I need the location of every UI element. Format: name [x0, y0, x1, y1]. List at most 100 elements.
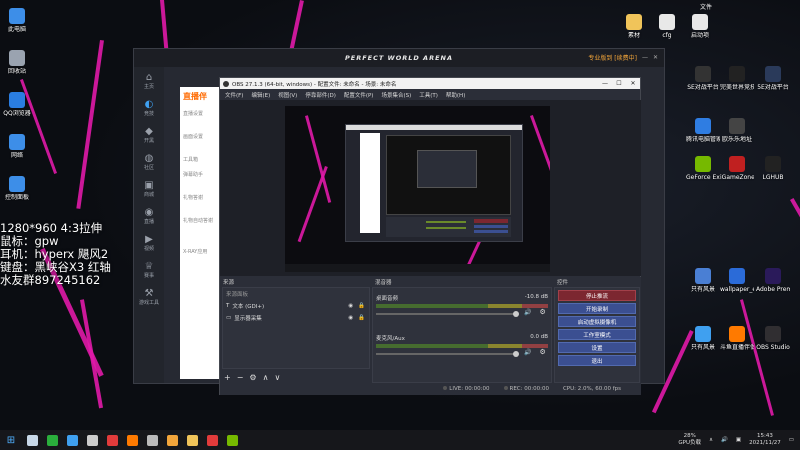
close-icon[interactable]: ✕: [653, 54, 658, 61]
live-menu-item[interactable]: 礼物自动答谢: [180, 213, 220, 228]
minimize-icon[interactable]: —: [642, 54, 648, 61]
live-menu-item[interactable]: 直播设置: [180, 106, 220, 121]
desktop-icon[interactable]: 斗鱼直播伴侣: [720, 326, 754, 351]
start-recording-button[interactable]: 开始录制: [558, 303, 636, 314]
desktop-icon[interactable]: 网络: [0, 134, 34, 159]
obs-menu-item[interactable]: 文件(F): [225, 91, 243, 99]
taskbar-app[interactable]: [102, 431, 122, 449]
live-menu-item[interactable]: X-RAY应用: [180, 244, 220, 259]
desktop-icon[interactable]: 腾讯电脑管家: [686, 118, 720, 143]
obs-menu-item[interactable]: 工具(T): [419, 91, 438, 99]
maximize-icon[interactable]: ☐: [612, 80, 626, 87]
volume-slider[interactable]: [376, 310, 519, 317]
pwa-sidebar-item[interactable]: ◐ 竞技: [134, 94, 164, 121]
taskbar-app[interactable]: [182, 431, 202, 449]
taskbar-app[interactable]: [202, 431, 222, 449]
taskbar-app[interactable]: [82, 431, 102, 449]
start-virtual-camera-button[interactable]: 启动虚拟摄像机: [558, 316, 636, 327]
live-menu-item[interactable]: [180, 144, 220, 152]
gear-icon[interactable]: ⚙: [539, 308, 545, 316]
desktop-icon[interactable]: Adobe Premiere Pro 2021: [756, 268, 790, 293]
obs-menu-item[interactable]: 帮助(H): [446, 91, 465, 99]
settings-button[interactable]: 设置: [558, 342, 636, 353]
notification-icon[interactable]: ▭: [789, 437, 794, 443]
taskbar-app[interactable]: [142, 431, 162, 449]
stop-streaming-button[interactable]: 停止推流: [558, 290, 636, 301]
desktop-icon[interactable]: 此电脑: [0, 8, 34, 33]
desktop-icon[interactable]: 启动项: [683, 14, 717, 39]
desktop-icon[interactable]: LGHUB: [756, 156, 790, 181]
live-menu-item[interactable]: 工具箱: [180, 152, 220, 167]
taskbar-app[interactable]: [42, 431, 62, 449]
obs-menu-item[interactable]: 视图(V): [278, 91, 297, 99]
add-source-button[interactable]: +: [224, 373, 231, 382]
obs-menu-item[interactable]: 停靠部件(D): [305, 91, 336, 99]
desktop-icon[interactable]: 欧乐乐地址: [720, 118, 754, 143]
move-down-button[interactable]: ∨: [274, 373, 280, 382]
desktop-icon[interactable]: GeForce Experience: [686, 156, 720, 181]
pwa-titlebar[interactable]: PERFECT WORLD ARENA 专业版到 [续费中] — ✕: [134, 49, 664, 67]
visibility-eye-icon[interactable]: ◉: [348, 303, 353, 309]
obs-menu-item[interactable]: 场景集合(S): [381, 91, 411, 99]
desktop-icon[interactable]: OBS Studio: [756, 326, 790, 351]
pwa-sidebar-item[interactable]: ♕ 赛事: [134, 256, 164, 283]
pwa-sidebar-item[interactable]: ◆ 开黑: [134, 121, 164, 148]
taskbar-app[interactable]: [162, 431, 182, 449]
obs-menu-item[interactable]: 编辑(E): [251, 91, 270, 99]
pwa-sidebar-item[interactable]: ▣ 商城: [134, 175, 164, 202]
taskbar-app[interactable]: [122, 431, 142, 449]
speaker-icon[interactable]: 🔊: [524, 349, 531, 356]
volume-slider[interactable]: [376, 350, 519, 357]
remove-source-button[interactable]: −: [237, 373, 244, 382]
studio-mode-button[interactable]: 工作室模式: [558, 329, 636, 340]
desktop-icon[interactable]: QQ浏览器: [0, 92, 34, 117]
taskbar-app[interactable]: [222, 431, 242, 449]
source-item[interactable]: T 文本 (GDI+) ◉ 🔒: [223, 300, 369, 312]
desktop-icon[interactable]: 只有风景: [686, 268, 720, 293]
obs-menu-item[interactable]: 配置文件(P): [344, 91, 374, 99]
live-menu-item[interactable]: 画面设置: [180, 129, 220, 144]
exit-button[interactable]: 退出: [558, 355, 636, 366]
minimize-icon[interactable]: —: [598, 80, 612, 87]
desktop-icon[interactable]: iGameZone II: [720, 156, 754, 181]
obs-preview[interactable]: [220, 100, 641, 276]
live-menu-item[interactable]: [180, 182, 220, 190]
gpu-meter[interactable]: 28% GPU负载: [678, 433, 701, 447]
live-menu-item[interactable]: [180, 121, 220, 129]
desktop-icon[interactable]: 只有风景: [686, 326, 720, 351]
tray-chevron-icon[interactable]: ∧: [709, 437, 713, 443]
windows-start-icon[interactable]: ⊞: [0, 435, 22, 446]
lock-icon[interactable]: 🔒: [358, 303, 365, 309]
taskbar-app[interactable]: [22, 431, 42, 449]
lock-icon[interactable]: 🔒: [358, 315, 365, 321]
desktop-icon[interactable]: SE对战平台: [686, 66, 720, 91]
source-properties-button[interactable]: ⚙: [249, 373, 256, 382]
desktop-icon[interactable]: cfg: [650, 14, 684, 39]
desktop-icon[interactable]: 控制面板: [0, 176, 34, 201]
live-menu-item[interactable]: 礼物答谢: [180, 190, 220, 205]
live-menu-item[interactable]: 弹幕助手: [180, 167, 220, 182]
desktop-icon[interactable]: 完美世界竞技平台: [720, 66, 754, 91]
move-up-button[interactable]: ∧: [263, 373, 269, 382]
network-icon[interactable]: ▣: [736, 437, 741, 443]
pwa-sidebar-item[interactable]: ▶ 视频: [134, 229, 164, 256]
pwa-sidebar-item[interactable]: ◍ 社区: [134, 148, 164, 175]
pwa-account[interactable]: 专业版到 [续费中]: [588, 53, 637, 62]
pwa-sidebar-item[interactable]: ⌂ 主页: [134, 67, 164, 94]
live-menu-item[interactable]: [180, 205, 220, 213]
live-menu-item[interactable]: [180, 228, 220, 236]
obs-titlebar[interactable]: OBS 27.1.3 (64-bit, windows) - 配置文件: 未命名…: [220, 78, 640, 89]
close-icon[interactable]: ✕: [626, 80, 640, 87]
live-menu-item[interactable]: [180, 236, 220, 244]
desktop-icon[interactable]: 5E对战平台: [756, 66, 790, 91]
volume-icon[interactable]: 🔊: [721, 437, 728, 443]
desktop-icon[interactable]: 回收站: [0, 50, 34, 75]
source-item[interactable]: ▭ 显示器采集 ◉ 🔒: [223, 312, 369, 324]
taskbar-app[interactable]: [62, 431, 82, 449]
desktop-icon[interactable]: wallpaper_engine: [720, 268, 754, 293]
gear-icon[interactable]: ⚙: [539, 348, 545, 356]
clock[interactable]: 15:43 2021/11/27: [749, 433, 781, 447]
speaker-icon[interactable]: 🔊: [524, 309, 531, 316]
visibility-eye-icon[interactable]: ◉: [348, 315, 353, 321]
pwa-sidebar-item[interactable]: ⚒ 游戏工具: [134, 283, 164, 310]
